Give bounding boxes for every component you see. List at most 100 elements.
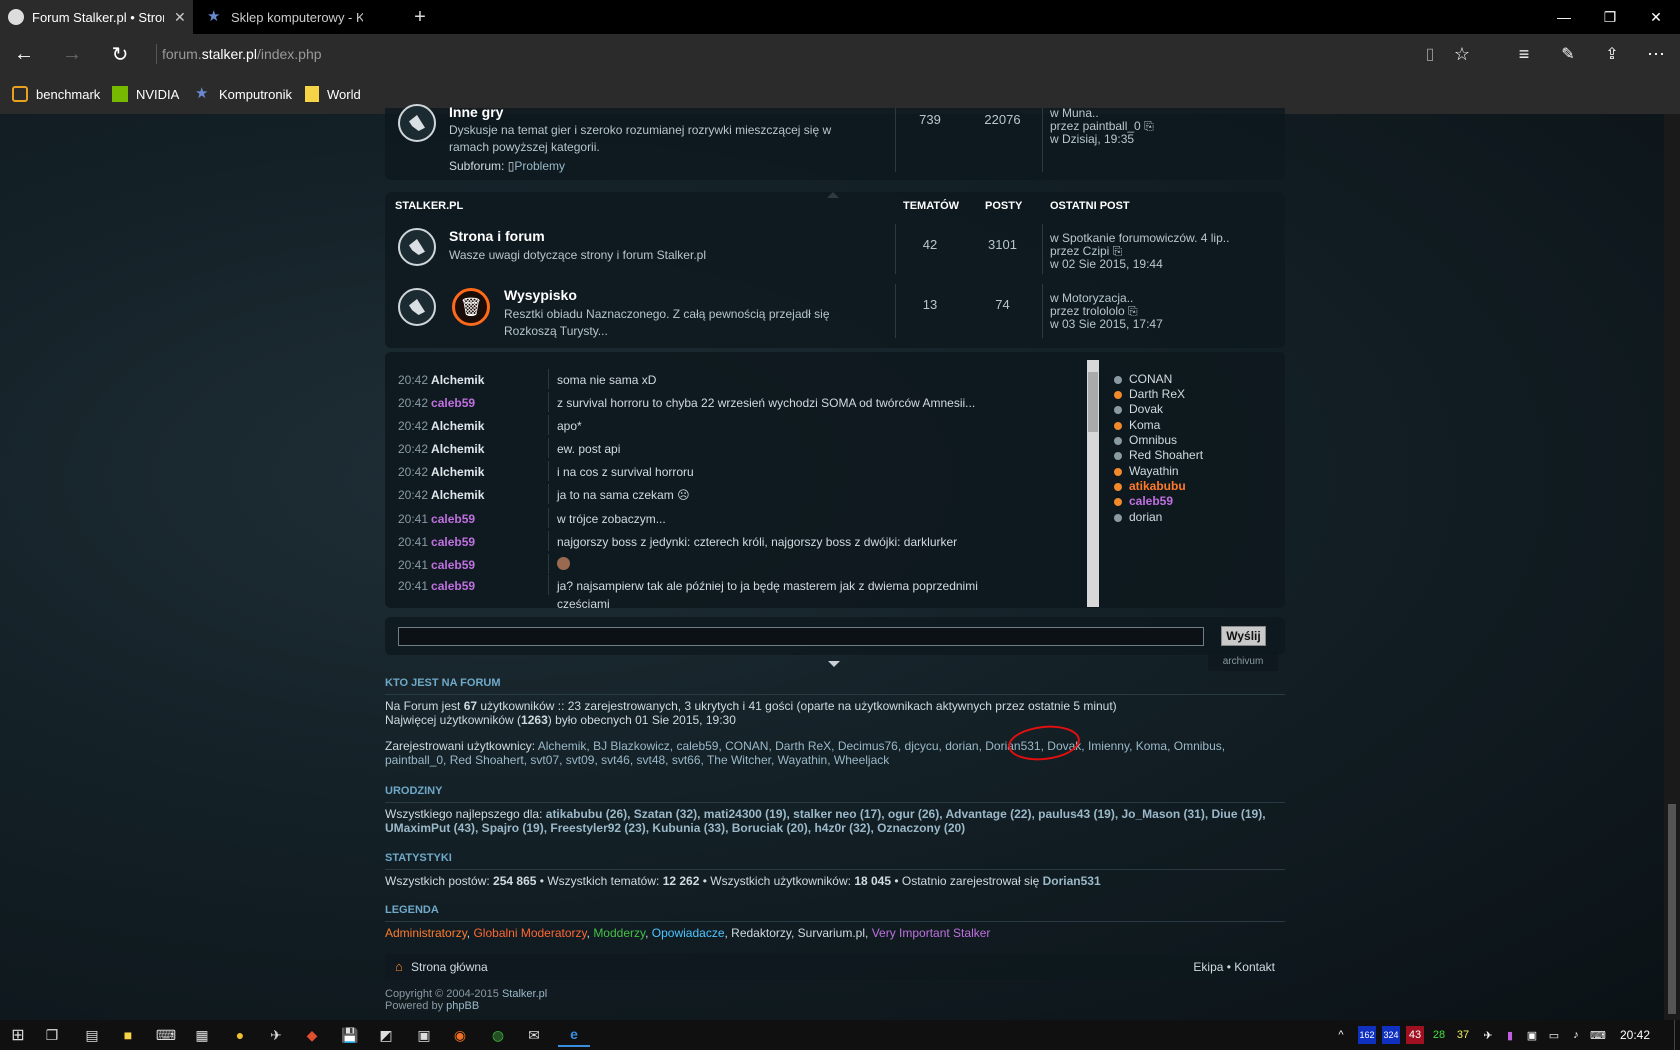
network-icon[interactable]: ▭: [1546, 1026, 1562, 1044]
online-user[interactable]: Omnibus: [1114, 433, 1274, 448]
fav-nvidia[interactable]: NVIDIA: [112, 74, 179, 114]
drive-icon[interactable]: ▤: [80, 1023, 104, 1047]
task-view-icon[interactable]: ❐: [40, 1023, 64, 1047]
online-user[interactable]: Red Shoahert: [1114, 448, 1274, 463]
chat-user[interactable]: Alchemik: [431, 442, 484, 456]
volume-icon[interactable]: ♪: [1568, 1026, 1584, 1044]
app-icon[interactable]: ▮: [1502, 1026, 1518, 1044]
subforum-link[interactable]: Problemy: [514, 159, 565, 173]
windows-start-icon[interactable]: ⊞: [6, 1023, 30, 1047]
chat-user[interactable]: caleb59: [431, 535, 475, 549]
online-user[interactable]: Darth ReX: [1114, 387, 1274, 402]
chat-user[interactable]: Alchemik: [431, 373, 484, 387]
tab-forum[interactable]: Forum Stalker.pl • Strona ✕: [0, 0, 193, 34]
last-post-author-text[interactable]: przez paintball_0: [1050, 119, 1141, 133]
tray-badge[interactable]: 28: [1430, 1026, 1448, 1044]
last-post-author-text[interactable]: przez Czipi: [1050, 244, 1109, 258]
tray-badge[interactable]: 162: [1358, 1026, 1376, 1044]
share-icon[interactable]: ⇪: [1592, 34, 1632, 74]
file-explorer-icon[interactable]: ■: [116, 1023, 140, 1047]
forum-title[interactable]: Wysypisko: [504, 287, 577, 303]
chat-user[interactable]: caleb59: [431, 396, 475, 410]
online-user[interactable]: caleb59: [1114, 494, 1274, 509]
firefox-icon[interactable]: ◉: [448, 1023, 472, 1047]
online-user[interactable]: Koma: [1114, 418, 1274, 433]
legend-item[interactable]: Administratorzy: [385, 926, 467, 940]
edge-icon[interactable]: e: [558, 1023, 590, 1047]
clock[interactable]: 20:42: [1620, 1020, 1650, 1050]
keyboard-icon[interactable]: ⌨: [154, 1023, 178, 1047]
minimize-button[interactable]: —: [1542, 0, 1586, 34]
app-icon[interactable]: ●: [228, 1023, 252, 1047]
show-desktop-button[interactable]: [1674, 1020, 1680, 1050]
footer-links[interactable]: Ekipa • Kontakt: [1193, 960, 1275, 974]
web-note-icon[interactable]: ✎: [1548, 34, 1588, 74]
legend-item[interactable]: Very Important Stalker: [872, 926, 991, 940]
newest-user-link[interactable]: Dorian531: [1043, 874, 1101, 888]
app-icon[interactable]: ◆: [300, 1023, 324, 1047]
calculator-icon[interactable]: ▦: [190, 1023, 214, 1047]
keyboard-icon[interactable]: ⌨: [1590, 1026, 1606, 1044]
chat-user[interactable]: Alchemik: [431, 488, 484, 502]
fav-world[interactable]: World: [305, 74, 361, 114]
plane-icon[interactable]: ✈: [1480, 1026, 1496, 1044]
page-scrollbar[interactable]: [1664, 114, 1680, 1020]
favorite-star-icon[interactable]: ☆: [1442, 34, 1482, 74]
forum-title[interactable]: Inne gry: [449, 104, 503, 120]
app-icon[interactable]: ▣: [412, 1023, 436, 1047]
forward-icon[interactable]: →: [52, 34, 92, 74]
chrome-icon[interactable]: ◍: [486, 1023, 510, 1047]
save-icon[interactable]: 💾: [338, 1023, 362, 1047]
refresh-icon[interactable]: ↻: [100, 34, 140, 74]
tab-shop[interactable]: ★ Sklep komputerowy - Kompu: [199, 0, 399, 34]
category-name[interactable]: STALKER.PL: [395, 200, 463, 212]
tray-badge[interactable]: 324: [1382, 1026, 1400, 1044]
legend-item[interactable]: Globalni Moderatorzy: [473, 926, 586, 940]
scrollbar-thumb[interactable]: [1668, 804, 1676, 1014]
more-icon[interactable]: ⋯: [1636, 34, 1676, 74]
online-user[interactable]: dorian: [1114, 510, 1274, 525]
phpbb-link[interactable]: phpBB: [446, 1000, 479, 1012]
online-user[interactable]: Dovak: [1114, 402, 1274, 417]
forum-title[interactable]: Strona i forum: [449, 228, 545, 244]
chat-user[interactable]: Alchemik: [431, 465, 484, 479]
stalker-link[interactable]: Stalker.pl: [502, 988, 547, 1000]
chat-user[interactable]: caleb59: [431, 512, 475, 526]
close-window-button[interactable]: ✕: [1634, 0, 1678, 34]
archive-link[interactable]: archivum: [1208, 651, 1278, 671]
expand-down-icon[interactable]: [828, 661, 840, 667]
legend-item[interactable]: Survarium.pl: [798, 926, 865, 940]
chat-user[interactable]: caleb59: [431, 558, 475, 572]
online-user[interactable]: atikabubu: [1114, 479, 1274, 494]
legend-item[interactable]: Modderzy: [593, 926, 645, 940]
hub-icon[interactable]: ≡: [1504, 34, 1544, 74]
chat-scrollbar-thumb[interactable]: [1088, 372, 1098, 432]
chat-scrollbar[interactable]: [1087, 360, 1099, 607]
fav-benchmark[interactable]: benchmark: [12, 74, 100, 114]
chat-user[interactable]: caleb59: [431, 579, 475, 593]
goto-post-icon[interactable]: ⎘: [1113, 244, 1123, 258]
chat-user[interactable]: Alchemik: [431, 419, 484, 433]
goto-post-icon[interactable]: ⎘: [1144, 119, 1154, 133]
plane-icon[interactable]: ✈: [264, 1023, 288, 1047]
fav-komputronik[interactable]: ★ Komputronik: [195, 74, 292, 114]
app-icon[interactable]: ▣: [1524, 1026, 1540, 1044]
chat-input[interactable]: [398, 627, 1204, 646]
goto-post-icon[interactable]: ⎘: [1128, 304, 1138, 318]
address-bar[interactable]: forum. stalker.pl/index.php: [162, 34, 322, 74]
mail-icon[interactable]: ✉: [522, 1023, 546, 1047]
legend-item[interactable]: Opowiadacze: [652, 926, 725, 940]
close-tab-icon[interactable]: ✕: [174, 9, 186, 26]
new-tab-button[interactable]: +: [405, 0, 435, 34]
home-link[interactable]: Strona główna: [411, 960, 488, 974]
back-icon[interactable]: ←: [4, 34, 44, 74]
online-user[interactable]: CONAN: [1114, 372, 1274, 387]
legend-item[interactable]: Redaktorzy: [731, 926, 791, 940]
tray-badge[interactable]: 43: [1406, 1026, 1424, 1044]
last-post-author-text[interactable]: przez trolololo: [1050, 304, 1125, 318]
tray-chevron-icon[interactable]: ^: [1334, 1026, 1348, 1044]
tray-badge[interactable]: 37: [1454, 1026, 1472, 1044]
app-icon[interactable]: ◩: [374, 1023, 398, 1047]
send-button[interactable]: Wyślij: [1221, 626, 1266, 646]
online-user[interactable]: Wayathin: [1114, 464, 1274, 479]
